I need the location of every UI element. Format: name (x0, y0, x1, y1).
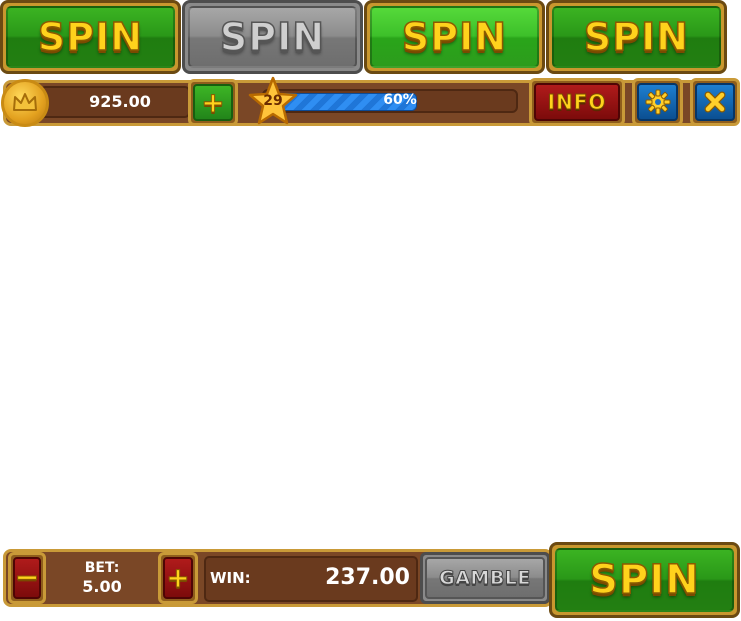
gamble-button[interactable]: GAMBLE (420, 552, 550, 604)
add-funds-button[interactable]: + (188, 79, 238, 126)
spin-button-label: SPIN (401, 14, 508, 60)
win-label: WIN: (210, 569, 251, 587)
spin-button-face: SPIN (188, 6, 357, 68)
spin-button-main[interactable]: SPIN (549, 542, 740, 618)
spin-button-face: SPIN (552, 6, 721, 68)
gamble-button-label: GAMBLE (439, 567, 531, 590)
player-level: 29 (263, 93, 283, 109)
plus-icon: + (163, 557, 193, 599)
info-button-face: INFO (534, 83, 620, 121)
close-icon (695, 83, 735, 121)
gear-icon (637, 83, 678, 121)
spin-button-face: SPIN (6, 6, 175, 68)
spin-button-normal[interactable]: SPIN (0, 0, 181, 74)
bet-increase-button[interactable]: + (158, 552, 198, 604)
close-button[interactable] (690, 78, 740, 126)
bet-decrease-button[interactable]: − (8, 552, 46, 604)
spin-button-label: SPIN (588, 556, 700, 604)
gamble-button-face: GAMBLE (425, 557, 545, 599)
spin-button-label: SPIN (583, 14, 690, 60)
settings-button[interactable] (632, 78, 683, 126)
spin-button-pressed[interactable]: SPIN (546, 0, 727, 74)
win-value: 237.00 (325, 565, 410, 590)
spin-button-disabled: SPIN (182, 0, 363, 74)
spin-button-face: SPIN (370, 6, 539, 68)
info-button-label: INFO (547, 90, 607, 115)
spin-button-hover[interactable]: SPIN (364, 0, 545, 74)
xp-percent: 60% (383, 92, 417, 108)
minus-icon: − (13, 557, 41, 599)
bet-label: BET: (84, 560, 120, 576)
plus-icon: + (193, 84, 233, 121)
balance-value: 925.00 (89, 92, 151, 111)
bet-value: 5.00 (82, 577, 122, 596)
spin-button-label: SPIN (219, 14, 326, 60)
crown-coin-icon (1, 79, 49, 127)
spin-button-label: SPIN (37, 14, 144, 60)
info-button[interactable]: INFO (529, 78, 625, 126)
spin-button-face: SPIN (555, 548, 734, 612)
